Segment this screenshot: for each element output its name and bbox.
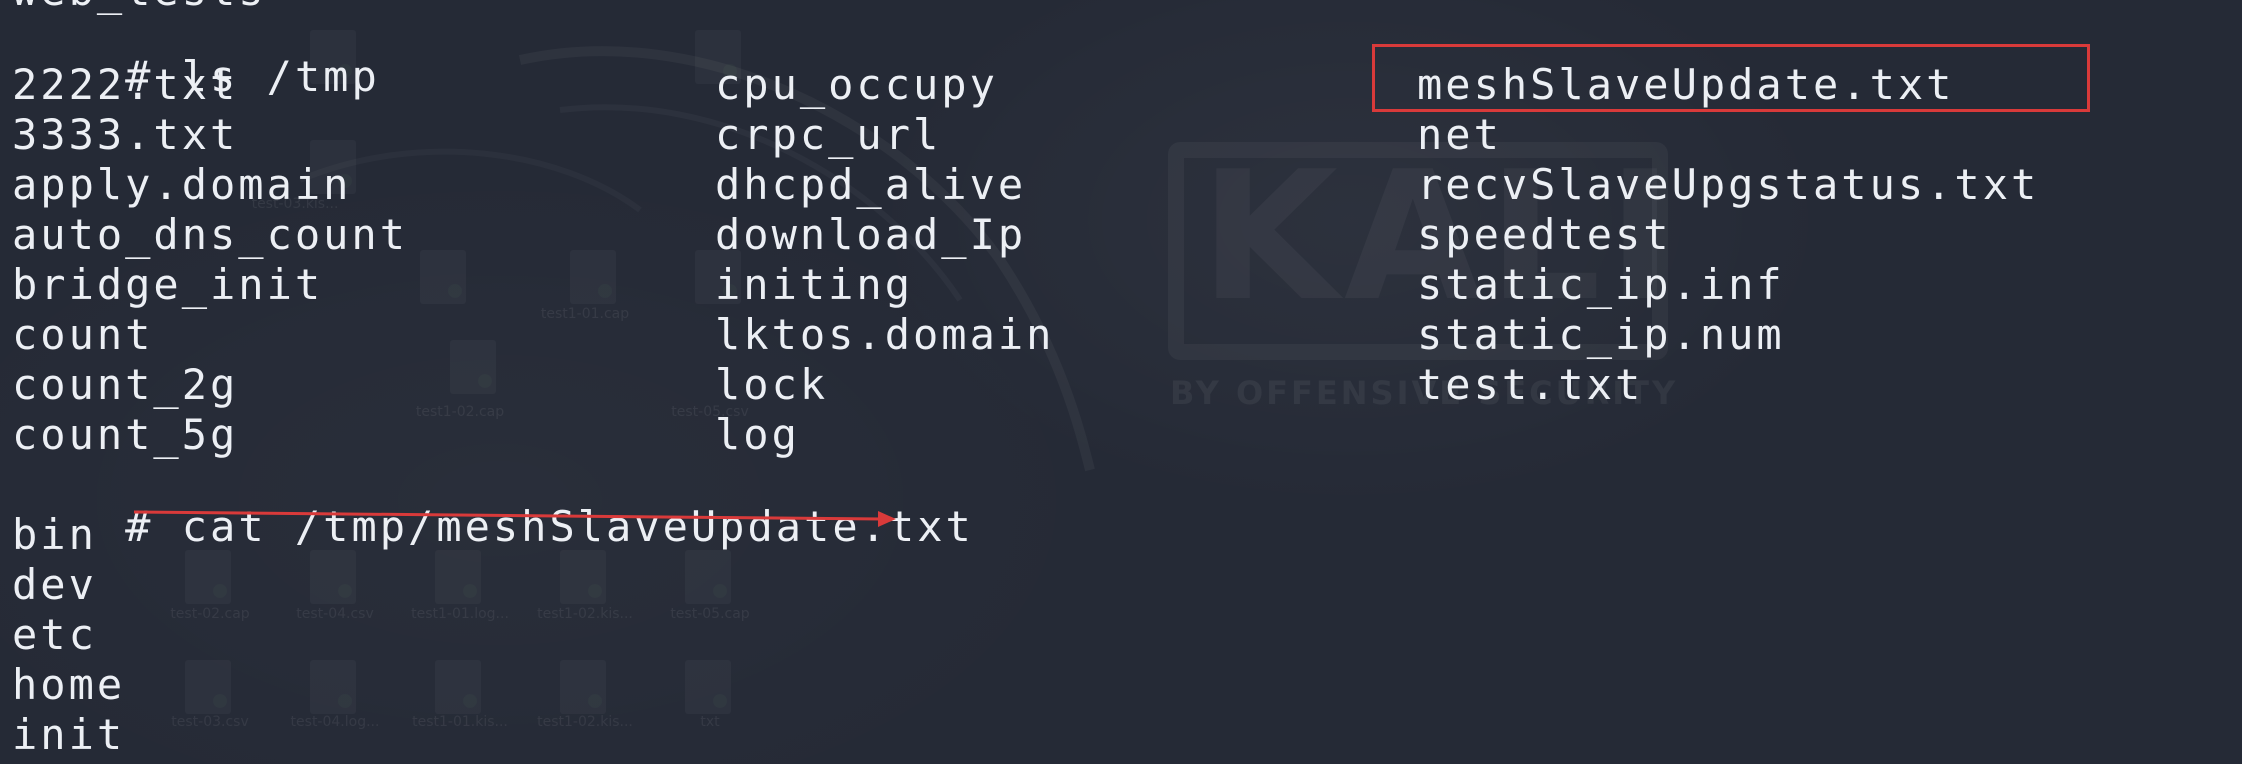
file-entry: bridge_init bbox=[12, 260, 324, 309]
file-entry: initing bbox=[715, 260, 914, 309]
desktop-file-label: test1-01.cap bbox=[540, 306, 630, 322]
desktop-file-icon bbox=[570, 250, 616, 304]
file-entry: 3333.txt bbox=[12, 110, 239, 159]
desktop-file-label: test-05.cap bbox=[670, 606, 750, 622]
desktop-file-label: txt bbox=[700, 714, 720, 730]
desktop-file-label: test1-01.kis... bbox=[412, 714, 508, 730]
output-line: init bbox=[12, 710, 126, 759]
command-text: cat /tmp/meshSlaveUpdate.txt bbox=[181, 502, 974, 551]
desktop-file-icon bbox=[420, 250, 466, 304]
desktop-file-icon bbox=[435, 660, 481, 714]
file-entry: cpu_occupy bbox=[715, 60, 998, 109]
terminal-command-line: # cat /tmp/meshSlaveUpdate.txt bbox=[12, 464, 974, 590]
file-entry: test.txt bbox=[1417, 360, 1644, 409]
file-entry: net bbox=[1417, 110, 1502, 159]
terminal-partial-line: web_tests bbox=[12, 0, 267, 12]
file-entry: lock bbox=[715, 360, 829, 409]
file-entry: download_Ip bbox=[715, 210, 1027, 259]
desktop-file-label: test-04.log... bbox=[290, 714, 380, 730]
file-entry: auto_dns_count bbox=[12, 210, 409, 259]
desktop-file-icon bbox=[310, 660, 356, 714]
file-entry: apply.domain bbox=[12, 160, 352, 209]
file-entry: count bbox=[12, 310, 154, 359]
file-entry: static_ip.inf bbox=[1417, 260, 1785, 309]
file-entry: static_ip.num bbox=[1417, 310, 1785, 359]
desktop-file-icon bbox=[560, 660, 606, 714]
output-line: bin bbox=[12, 510, 97, 559]
desktop-file-label: test1-02.kis... bbox=[537, 606, 633, 622]
desktop-file-label: test1-01.log... bbox=[411, 606, 509, 622]
file-entry: count_5g bbox=[12, 410, 239, 459]
file-entry: speedtest bbox=[1417, 210, 1672, 259]
output-line: dev bbox=[12, 560, 97, 609]
file-entry: log bbox=[715, 410, 800, 459]
desktop-file-icon bbox=[450, 340, 496, 394]
output-line: home bbox=[12, 660, 126, 709]
file-entry: crpc_url bbox=[715, 110, 942, 159]
output-line: etc bbox=[12, 610, 97, 659]
terminal-window[interactable]: KALI BY OFFENSIVE SECURITY test-02.cap t… bbox=[0, 0, 2242, 764]
annotation-highlight-box bbox=[1372, 44, 2090, 112]
desktop-file-label: test1-02.cap bbox=[415, 404, 505, 420]
file-entry: count_2g bbox=[12, 360, 239, 409]
desktop-file-label: test1-02.kis... bbox=[537, 714, 633, 730]
file-entry: 2222.txt bbox=[12, 60, 239, 109]
shell-prompt: # bbox=[125, 502, 154, 551]
file-entry: lktos.domain bbox=[715, 310, 1055, 359]
file-entry: recvSlaveUpgstatus.txt bbox=[1417, 160, 2040, 209]
desktop-file-label: test-02.cap bbox=[170, 606, 250, 622]
desktop-file-label: test-04.csv bbox=[296, 606, 374, 622]
desktop-file-icon bbox=[185, 660, 231, 714]
file-entry: dhcpd_alive bbox=[715, 160, 1027, 209]
desktop-file-label: test-03.csv bbox=[171, 714, 249, 730]
desktop-file-icon bbox=[685, 660, 731, 714]
